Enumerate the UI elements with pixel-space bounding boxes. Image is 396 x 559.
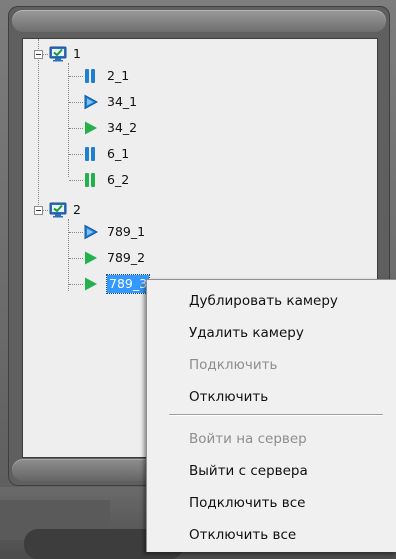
- tree-camera-node[interactable]: 789_1: [83, 222, 145, 242]
- menu-item-logout-server[interactable]: Выйти с сервера: [189, 460, 308, 482]
- menu-item-connect[interactable]: Подключить: [189, 354, 277, 376]
- tree-connector: [69, 128, 83, 129]
- play-icon: [83, 120, 101, 136]
- tree-connector: [38, 39, 39, 215]
- tree-connector: [69, 180, 83, 181]
- tree-connector: [68, 63, 69, 177]
- menu-item-disconnect-all[interactable]: Отключить все: [189, 524, 296, 546]
- tree-camera-label: 34_2: [107, 120, 138, 135]
- tree-group-label: 1: [73, 46, 81, 61]
- context-menu: Дублировать камеру Удалить камеру Подклю…: [146, 279, 396, 552]
- collapse-toggle-group-1[interactable]: [34, 50, 43, 59]
- tree-camera-label: 789_1: [107, 224, 146, 239]
- tree-camera-node[interactable]: 34_1: [83, 92, 137, 112]
- tree-camera-node[interactable]: 789_3: [83, 274, 151, 294]
- tree-connector: [69, 284, 83, 285]
- play-icon: [83, 94, 101, 110]
- menu-item-duplicate-camera[interactable]: Дублировать камеру: [189, 290, 338, 312]
- play-icon: [83, 224, 101, 240]
- tree-connector: [69, 102, 83, 103]
- tree-group-label: 2: [73, 202, 81, 217]
- panel-header-bar: [12, 10, 386, 32]
- tree-camera-label: 2_1: [107, 68, 130, 83]
- tree-connector: [69, 76, 83, 77]
- tree-connector: [69, 154, 83, 155]
- play-icon: [83, 250, 101, 266]
- tree-group-2[interactable]: 2: [49, 200, 81, 220]
- menu-item-disconnect[interactable]: Отключить: [189, 386, 268, 408]
- tree-camera-node[interactable]: 789_2: [83, 248, 145, 268]
- tree-camera-label: 34_1: [107, 94, 138, 109]
- tree-connector: [68, 219, 69, 291]
- menu-item-login-server[interactable]: Войти на сервер: [189, 428, 307, 450]
- tree-connector: [69, 232, 83, 233]
- tree-group-1[interactable]: 1: [49, 44, 81, 64]
- pause-icon: [83, 146, 101, 162]
- tree-camera-node[interactable]: 6_1: [83, 144, 129, 164]
- tree-camera-label: 789_3: [105, 274, 151, 294]
- tree-connector: [69, 258, 83, 259]
- tree-camera-label: 6_2: [107, 172, 130, 187]
- collapse-toggle-group-2[interactable]: [34, 206, 43, 215]
- menu-item-connect-all[interactable]: Подключить все: [189, 492, 305, 514]
- menu-separator: [169, 414, 383, 416]
- tree-camera-node[interactable]: 6_2: [83, 170, 129, 190]
- pause-icon: [83, 172, 101, 188]
- monitor-checkbox-icon[interactable]: [49, 46, 67, 62]
- tree-camera-node[interactable]: 2_1: [83, 66, 129, 86]
- tree-camera-node[interactable]: 34_2: [83, 118, 137, 138]
- tree-camera-label: 6_1: [107, 146, 130, 161]
- menu-item-delete-camera[interactable]: Удалить камеру: [189, 322, 304, 344]
- tree-camera-label: 789_2: [107, 250, 146, 265]
- monitor-checkbox-icon[interactable]: [49, 202, 67, 218]
- play-icon: [83, 276, 101, 292]
- pause-icon: [83, 68, 101, 84]
